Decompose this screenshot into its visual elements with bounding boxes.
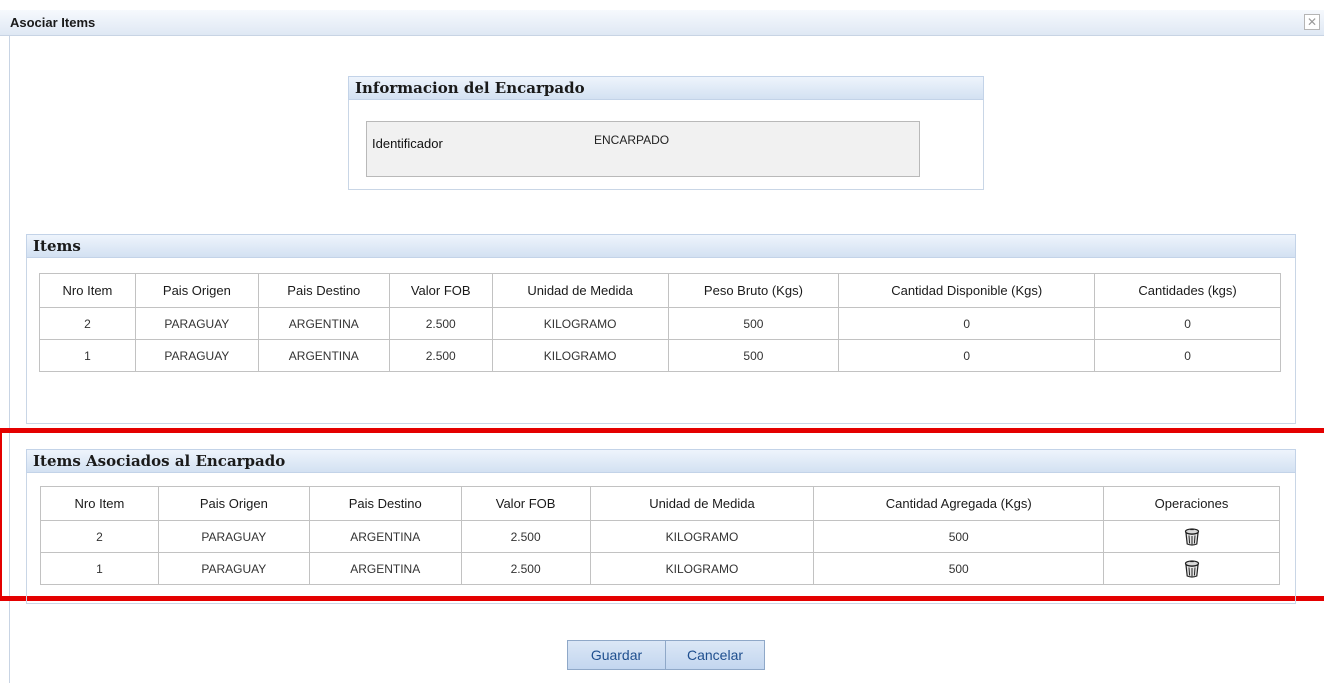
items-panel-title: Items [33,237,81,255]
table-row[interactable]: 2 PARAGUAY ARGENTINA 2.500 KILOGRAMO 500… [39,307,1281,340]
cell-pais-origen: PARAGUAY [134,307,259,340]
column-header: Unidad de Medida [589,486,815,521]
table-row[interactable]: 2 PARAGUAY ARGENTINA 2.500 KILOGRAMO 500 [40,520,1280,553]
cell-cantidad-disponible: 0 [838,307,1096,340]
dialog-border [9,36,10,683]
cell-nro-item: 2 [39,307,136,340]
column-header: Pais Destino [308,486,462,521]
asociados-panel-title: Items Asociados al Encarpado [33,452,286,470]
cell-nro-item: 2 [40,520,159,553]
cell-pais-origen: PARAGUAY [157,552,310,585]
cell-unidad: KILOGRAMO [491,339,669,372]
trash-icon[interactable] [1184,559,1200,578]
cell-valor-fob: 2.500 [388,339,493,372]
column-header: Cantidad Agregada (Kgs) [813,486,1105,521]
cell-peso-bruto: 500 [667,307,840,340]
close-icon[interactable]: ✕ [1304,14,1320,30]
cell-cantidad-agregada: 500 [813,552,1105,585]
cell-pais-origen: PARAGUAY [157,520,310,553]
cell-pais-destino: ARGENTINA [308,552,462,585]
column-header: Pais Origen [134,273,259,308]
cell-unidad: KILOGRAMO [589,552,815,585]
column-header: Nro Item [39,273,136,308]
column-header: Operaciones [1103,486,1280,521]
column-header: Cantidades (kgs) [1094,273,1281,308]
asociados-panel-header: Items Asociados al Encarpado [26,449,1296,473]
identificador-value: ENCARPADO [594,133,670,147]
dialog-title: Asociar Items [10,15,96,30]
column-header: Peso Bruto (Kgs) [667,273,840,308]
table-row[interactable]: 1 PARAGUAY ARGENTINA 2.500 KILOGRAMO 500… [39,339,1281,372]
cell-cantidad-agregada: 500 [813,520,1105,553]
highlight-left-line [0,428,2,601]
cell-cantidades: 0 [1094,307,1281,340]
column-header: Pais Destino [257,273,390,308]
cell-valor-fob: 2.500 [388,307,493,340]
cell-pais-destino: ARGENTINA [257,307,390,340]
encarpado-info-box [366,121,920,177]
trash-icon[interactable] [1184,527,1200,546]
cell-valor-fob: 2.500 [460,552,591,585]
cell-pais-origen: PARAGUAY [134,339,259,372]
items-panel-header: Items [26,234,1296,258]
cell-unidad: KILOGRAMO [491,307,669,340]
table-row[interactable]: 1 PARAGUAY ARGENTINA 2.500 KILOGRAMO 500 [40,552,1280,585]
save-button[interactable]: Guardar [567,640,666,670]
cell-cantidades: 0 [1094,339,1281,372]
column-header: Valor FOB [460,486,591,521]
column-header: Valor FOB [388,273,493,308]
encarpado-panel-header: Informacion del Encarpado [348,76,984,100]
cell-nro-item: 1 [40,552,159,585]
cell-operaciones [1103,520,1280,553]
column-header: Pais Origen [157,486,310,521]
cell-nro-item: 1 [39,339,136,372]
column-header: Unidad de Medida [491,273,669,308]
items-table-header: Nro Item Pais Origen Pais Destino Valor … [39,273,1281,308]
items-table: Nro Item Pais Origen Pais Destino Valor … [39,273,1281,372]
cell-cantidad-disponible: 0 [838,339,1096,372]
cell-unidad: KILOGRAMO [589,520,815,553]
cell-pais-destino: ARGENTINA [308,520,462,553]
identificador-label: Identificador [372,136,443,151]
cell-operaciones [1103,552,1280,585]
highlight-top-line [0,428,1324,433]
cell-pais-destino: ARGENTINA [257,339,390,372]
encarpado-panel-title: Informacion del Encarpado [355,79,585,97]
cell-peso-bruto: 500 [667,339,840,372]
column-header: Nro Item [40,486,159,521]
column-header: Cantidad Disponible (Kgs) [838,273,1096,308]
cancel-button[interactable]: Cancelar [665,640,765,670]
dialog-titlebar: Asociar Items ✕ [0,10,1324,36]
cell-valor-fob: 2.500 [460,520,591,553]
asociados-table: Nro Item Pais Origen Pais Destino Valor … [40,486,1280,585]
asociados-table-header: Nro Item Pais Origen Pais Destino Valor … [40,486,1280,521]
